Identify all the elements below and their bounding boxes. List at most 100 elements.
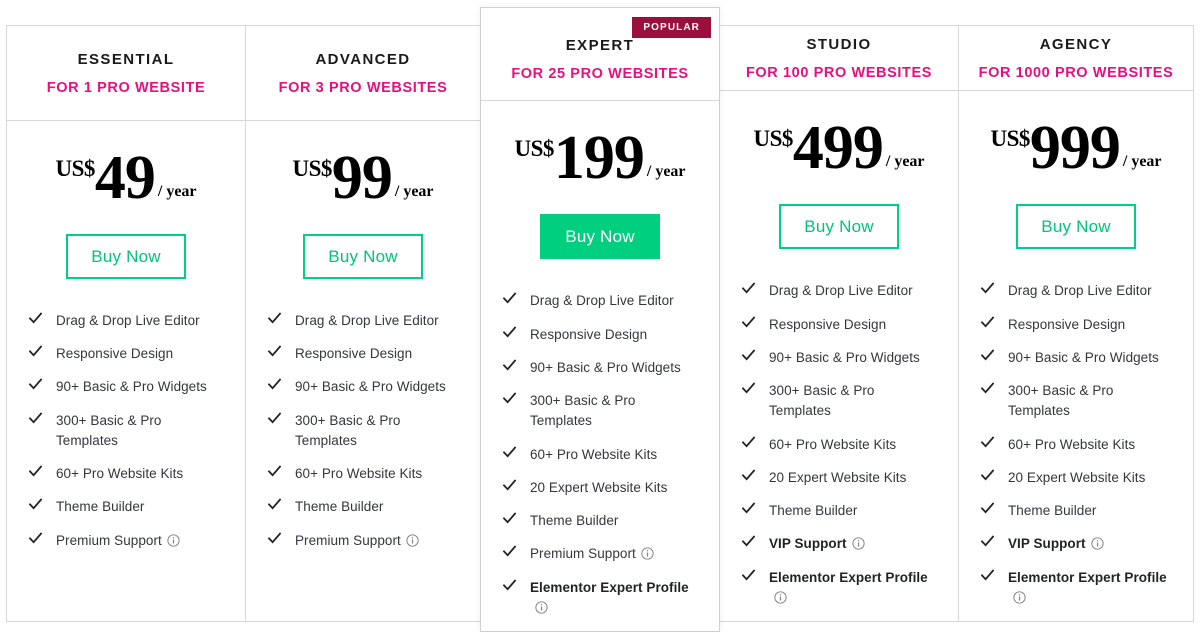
feature-item: Premium Support — [29, 531, 227, 551]
buy-now-button[interactable]: Buy Now — [303, 233, 423, 279]
feature-label-wrap: 20 Expert Website Kits — [769, 468, 906, 488]
plan-price: US$ 999/ year — [959, 114, 1193, 183]
feature-label: 300+ Basic & Pro Templates — [530, 393, 636, 429]
feature-label-wrap: Theme Builder — [530, 511, 618, 531]
feature-item: Elementor Expert Profile — [742, 568, 940, 609]
plan-header: AGENCY FOR 1000 PRO WEBSITES — [959, 26, 1193, 92]
feature-label: Drag & Drop Live Editor — [530, 293, 674, 309]
feature-label: Responsive Design — [769, 316, 887, 332]
feature-label: Theme Builder — [769, 503, 858, 518]
feature-label-wrap: VIP Support — [769, 534, 865, 554]
buy-now-button[interactable]: Buy Now — [66, 233, 186, 279]
price-amount: 199 — [553, 124, 645, 193]
check-icon — [981, 469, 994, 485]
buy-now-button[interactable]: Buy Now — [540, 214, 660, 260]
feature-item: Theme Builder — [981, 501, 1175, 521]
check-icon — [29, 498, 42, 514]
feature-label: 20 Expert Website Kits — [530, 479, 668, 495]
plan-subtitle: FOR 100 PRO WEBSITES — [745, 64, 933, 81]
feature-label-wrap: Drag & Drop Live Editor — [295, 311, 439, 331]
feature-item: 60+ Pro Website Kits — [29, 464, 227, 484]
info-icon[interactable] — [1090, 537, 1104, 550]
feature-item: Drag & Drop Live Editor — [981, 281, 1175, 301]
feature-label-wrap: Premium Support — [530, 544, 654, 564]
feature-label-wrap: 300+ Basic & Pro Templates — [769, 381, 940, 422]
plan-subtitle: FOR 25 PRO WEBSITES — [511, 66, 689, 83]
check-icon — [268, 312, 281, 328]
feature-label-wrap: 60+ Pro Website Kits — [56, 464, 183, 484]
feature-item: VIP Support — [742, 534, 940, 554]
check-icon — [981, 568, 994, 585]
info-icon[interactable] — [406, 533, 419, 547]
feature-item: 300+ Basic & Pro Templates — [742, 381, 940, 422]
plan-name: STUDIO — [806, 35, 872, 53]
info-icon[interactable] — [851, 537, 865, 550]
feature-label-wrap: VIP Support — [1008, 534, 1104, 554]
feature-label: 90+ Basic & Pro Widgets — [530, 359, 681, 375]
feature-label: Elementor Expert Profile — [530, 579, 689, 595]
price-period: / year — [394, 183, 434, 200]
feature-label: Responsive Design — [1008, 316, 1126, 332]
feature-item: Responsive Design — [29, 344, 227, 364]
plan-subtitle: FOR 3 PRO WEBSITES — [278, 79, 448, 96]
info-icon[interactable] — [774, 591, 787, 604]
feature-label: Responsive Design — [530, 326, 648, 342]
check-icon — [268, 465, 281, 481]
check-icon — [29, 411, 42, 428]
price-currency: US$ — [514, 136, 554, 162]
check-icon — [742, 568, 755, 585]
plan-card-studio: STUDIO FOR 100 PRO WEBSITES US$ 499/ year Bu… — [719, 25, 959, 622]
feature-item: Drag & Drop Live Editor — [29, 311, 227, 331]
feature-label: Elementor Expert Profile — [769, 569, 928, 585]
check-icon — [29, 465, 42, 481]
feature-label-wrap: 90+ Basic & Pro Widgets — [769, 348, 920, 368]
feature-label: 90+ Basic & Pro Widgets — [56, 379, 207, 395]
feature-label: Theme Builder — [530, 513, 619, 528]
info-icon[interactable] — [1013, 591, 1026, 604]
feature-item: Elementor Expert Profile — [981, 568, 1175, 609]
info-icon[interactable] — [167, 533, 180, 547]
feature-item: 60+ Pro Website Kits — [503, 445, 701, 465]
feature-item: Elementor Expert Profile — [503, 578, 701, 619]
feature-label: 90+ Basic & Pro Widgets — [295, 379, 446, 395]
feature-item: 90+ Basic & Pro Widgets — [981, 348, 1175, 368]
feature-label: Responsive Design — [295, 346, 413, 362]
feature-label-wrap: 90+ Basic & Pro Widgets — [295, 377, 446, 397]
feature-label: 300+ Basic & Pro Templates — [56, 412, 162, 448]
feature-item: Theme Builder — [268, 497, 462, 517]
feature-item: Drag & Drop Live Editor — [742, 281, 940, 301]
info-icon[interactable] — [535, 601, 548, 614]
feature-label: 60+ Pro Website Kits — [1008, 436, 1136, 452]
price-amount: 999 — [1029, 114, 1121, 183]
price-amount: 99 — [331, 144, 393, 212]
check-icon — [742, 535, 755, 551]
feature-item: 90+ Basic & Pro Widgets — [742, 348, 940, 368]
feature-label-wrap: 300+ Basic & Pro Templates — [56, 411, 227, 452]
feature-label-wrap: 60+ Pro Website Kits — [1008, 435, 1135, 455]
plan-name: EXPERT — [565, 37, 635, 55]
feature-label-wrap: 60+ Pro Website Kits — [769, 435, 896, 455]
feature-label-wrap: Responsive Design — [295, 344, 412, 364]
feature-label: Elementor Expert Profile — [1008, 569, 1167, 585]
feature-label: Drag & Drop Live Editor — [1008, 283, 1152, 299]
feature-label: Premium Support — [295, 532, 401, 548]
feature-label-wrap: 60+ Pro Website Kits — [530, 445, 657, 465]
feature-label-wrap: 20 Expert Website Kits — [1008, 468, 1145, 488]
buy-now-button[interactable]: Buy Now — [779, 204, 899, 250]
feature-label-wrap: Responsive Design — [530, 325, 647, 345]
info-icon[interactable] — [641, 547, 654, 560]
check-icon — [981, 349, 994, 365]
feature-label-wrap: Theme Builder — [1008, 501, 1096, 521]
price-amount: 499 — [792, 114, 884, 183]
check-icon — [503, 479, 516, 495]
popular-badge: POPULAR — [632, 17, 711, 38]
feature-label-wrap: Elementor Expert Profile — [769, 568, 940, 609]
check-icon — [268, 498, 281, 514]
check-icon — [503, 325, 516, 342]
feature-item: 60+ Pro Website Kits — [742, 435, 940, 455]
feature-label: 90+ Basic & Pro Widgets — [1008, 349, 1159, 365]
feature-label: 300+ Basic & Pro Templates — [769, 383, 875, 419]
feature-item: Theme Builder — [503, 511, 701, 531]
feature-label-wrap: Elementor Expert Profile — [530, 578, 701, 619]
buy-now-button[interactable]: Buy Now — [1016, 204, 1136, 250]
